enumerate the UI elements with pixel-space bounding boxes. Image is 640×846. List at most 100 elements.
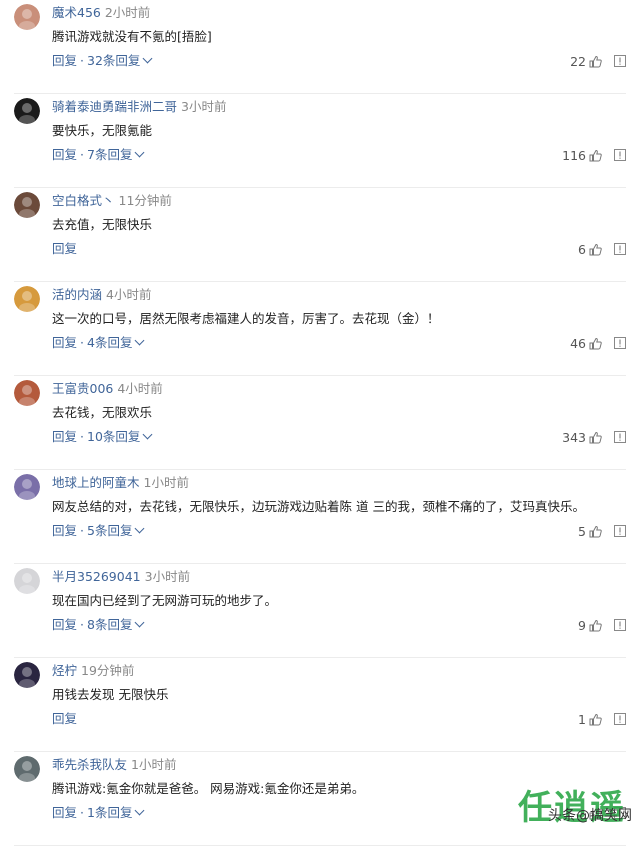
comment-username[interactable]: 乖先杀我队友 <box>52 757 127 772</box>
separator-dot: · <box>80 617 84 632</box>
report-icon[interactable] <box>614 243 626 255</box>
comment-username[interactable]: 王富贵006 <box>52 381 113 396</box>
thumbs-up-icon[interactable] <box>589 243 602 256</box>
comment-item: 魔术456 2小时前腾讯游戏就没有不氪的[捂脸] 回复 · 32条回复 22 <box>14 0 626 94</box>
separator-dot: · <box>80 53 84 68</box>
comment-item: 烃柠 19分钟前 用钱去发现 无限快乐 回复 1 <box>14 658 626 752</box>
avatar[interactable] <box>14 474 40 500</box>
comment-time: 19分钟前 <box>81 663 135 678</box>
avatar[interactable] <box>14 568 40 594</box>
avatar[interactable] <box>14 756 40 782</box>
reply-button[interactable]: 回复 <box>52 805 77 820</box>
comment-username[interactable]: 空白格式丶 <box>52 193 115 208</box>
thumbs-up-icon[interactable] <box>589 619 602 632</box>
report-icon[interactable] <box>614 525 626 537</box>
view-replies-button[interactable]: 8条回复 <box>87 617 145 632</box>
avatar[interactable] <box>14 98 40 124</box>
comment-username[interactable]: 烃柠 <box>52 663 77 678</box>
comment-time: 11分钟前 <box>118 193 172 208</box>
like-count: 1 <box>578 711 586 727</box>
report-icon[interactable] <box>614 337 626 349</box>
separator-dot: · <box>80 805 84 820</box>
reply-button[interactable]: 回复 <box>52 241 77 256</box>
comment-time: 4小时前 <box>106 287 152 302</box>
report-icon[interactable] <box>614 431 626 443</box>
reply-button[interactable]: 回复 <box>52 429 77 444</box>
avatar[interactable] <box>14 662 40 688</box>
like-count: 22 <box>570 53 586 69</box>
comment-text: 网友总结的对，去花钱，无限快乐，边玩游戏边贴着陈 道 三的我，颈椎不痛的了，艾玛… <box>52 499 585 514</box>
thumbs-up-icon[interactable] <box>589 525 602 538</box>
replies-count: 32条回复 <box>87 53 141 68</box>
avatar[interactable] <box>14 4 40 30</box>
comment-username[interactable]: 活的内涵 <box>52 287 102 302</box>
separator-dot: · <box>80 147 84 162</box>
watermark-text: 头条@搞笑网 <box>548 808 632 824</box>
thumbs-up-icon[interactable] <box>589 149 602 162</box>
comment-time: 1小时前 <box>143 475 189 490</box>
comment-item: 空白格式丶 11分钟前去充值，无限快乐 回复 6 <box>14 188 626 282</box>
chevron-down-icon <box>135 147 145 158</box>
chevron-down-icon <box>135 335 145 346</box>
report-icon[interactable] <box>614 149 626 161</box>
like-count: 343 <box>562 429 586 445</box>
comment-item: 王富贵006 4小时前 去花钱，无限欢乐 回复 · 10条回复 343 <box>14 376 626 470</box>
comment-time: 3小时前 <box>144 569 191 584</box>
comment-time: 2小时前 <box>104 5 151 20</box>
replies-count: 7条回复 <box>87 147 133 162</box>
separator-dot: · <box>80 335 84 350</box>
thumbs-up-icon[interactable] <box>589 431 602 444</box>
chevron-down-icon <box>135 805 145 816</box>
report-icon[interactable] <box>614 55 626 67</box>
comment-text: 腾讯游戏:氪金你就是爸爸。 网易游戏:氪金你还是弟弟。 <box>52 781 365 796</box>
comment-username[interactable]: 魔术456 <box>52 5 101 20</box>
chevron-down-icon <box>142 429 153 440</box>
view-replies-button[interactable]: 32条回复 <box>87 53 153 68</box>
separator-dot: · <box>80 429 84 444</box>
chevron-down-icon <box>135 617 145 628</box>
comment-item: 活的内涵 4小时前这一次的口号，居然无限考虑福建人的发音，厉害了。去花现（金）！ 回… <box>14 282 626 376</box>
comment-text: 去充值，无限快乐 <box>52 217 153 232</box>
reply-button[interactable]: 回复 <box>52 53 77 68</box>
comment-time: 3小时前 <box>181 99 227 114</box>
comment-item: 半月35269041 3小时前 现在国内已经到了无网游可玩的地步了。 回复 · 8条回复 9 <box>14 564 626 658</box>
comment-username[interactable]: 骑着泰迪勇踹非洲二哥 <box>52 99 177 114</box>
comment-username[interactable]: 半月35269041 <box>52 569 141 584</box>
replies-count: 1条回复 <box>87 805 133 820</box>
view-replies-button[interactable]: 7条回复 <box>87 147 145 162</box>
comment-time: 4小时前 <box>117 381 163 396</box>
chevron-down-icon <box>142 53 153 64</box>
view-replies-button[interactable]: 1条回复 <box>87 805 145 820</box>
comment-item: 地球上的阿童木 1小时前网友总结的对，去花钱，无限快乐，边玩游戏边贴着陈 道 三的… <box>14 470 626 564</box>
reply-button[interactable]: 回复 <box>52 147 77 162</box>
thumbs-up-icon[interactable] <box>589 713 602 726</box>
reply-button[interactable]: 回复 <box>52 617 77 632</box>
reply-button[interactable]: 回复 <box>52 335 77 350</box>
report-icon[interactable] <box>614 619 626 631</box>
view-replies-button[interactable]: 4条回复 <box>87 335 145 350</box>
comment-text: 要快乐，无限氪能 <box>52 123 153 138</box>
avatar[interactable] <box>14 192 40 218</box>
chevron-down-icon <box>135 523 145 534</box>
reply-button[interactable]: 回复 <box>52 711 77 726</box>
report-icon[interactable] <box>614 713 626 725</box>
view-replies-button[interactable]: 5条回复 <box>87 523 145 538</box>
comment-username[interactable]: 地球上的阿童木 <box>52 475 140 490</box>
like-count: 46 <box>570 335 586 351</box>
thumbs-up-icon[interactable] <box>589 55 602 68</box>
like-count: 5 <box>578 523 586 539</box>
avatar[interactable] <box>14 380 40 406</box>
avatar[interactable] <box>14 286 40 312</box>
replies-count: 8条回复 <box>87 617 133 632</box>
like-count: 6 <box>578 241 586 257</box>
comment-text: 这一次的口号，居然无限考虑福建人的发音，厉害了。去花现（金）！ <box>52 311 440 326</box>
thumbs-up-icon[interactable] <box>589 337 602 350</box>
reply-button[interactable]: 回复 <box>52 523 77 538</box>
like-count: 116 <box>562 147 586 163</box>
comment-text: 腾讯游戏就没有不氪的[捂脸] <box>52 29 212 44</box>
view-replies-button[interactable]: 10条回复 <box>87 429 153 444</box>
replies-count: 4条回复 <box>87 335 133 350</box>
replies-count: 5条回复 <box>87 523 133 538</box>
like-count: 9 <box>578 617 586 633</box>
comment-time: 1小时前 <box>131 757 177 772</box>
